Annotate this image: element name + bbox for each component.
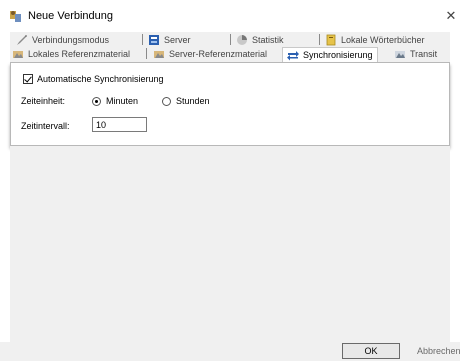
tab-server[interactable]: Server (148, 33, 191, 47)
tab-separator (319, 34, 320, 45)
tab-transit[interactable]: Transit (394, 47, 437, 61)
tab-synchronisierung[interactable]: Synchronisierung (282, 47, 378, 63)
server-icon (149, 35, 159, 45)
time-unit-label: Zeiteinheit: (21, 96, 66, 106)
ok-button[interactable]: OK (342, 343, 400, 359)
tab-separator (230, 34, 231, 45)
pen-icon (17, 35, 27, 45)
radio-unselected-icon[interactable] (162, 96, 171, 106)
tab-lokales-referenzmaterial[interactable]: Lokales Referenzmaterial (12, 47, 130, 61)
app-icon (10, 11, 21, 22)
radio-hours[interactable]: Stunden (162, 96, 210, 106)
window-title: Neue Verbindung (28, 10, 114, 22)
tab-separator (146, 48, 147, 59)
radio-minutes[interactable]: Minuten (92, 96, 138, 106)
auto-sync-label: Automatische Synchronisierung (37, 74, 164, 84)
checkbox-checked-icon[interactable] (23, 74, 33, 84)
dictionary-icon (326, 34, 336, 46)
cancel-button[interactable]: Abbrechen (405, 343, 460, 359)
transit-icon (395, 51, 405, 58)
local-reference-icon (13, 51, 23, 58)
tab-strip: Verbindungsmodus Server Statistik Lokale… (10, 32, 450, 63)
tab-verbindungsmodus[interactable]: Verbindungsmodus (16, 33, 109, 47)
time-interval-label: Zeitintervall: (21, 121, 70, 131)
sync-arrows-icon (287, 51, 299, 61)
tab-lokale-woerterbuecher[interactable]: Lokale Wörterbücher (325, 33, 425, 47)
auto-sync-checkbox[interactable]: Automatische Synchronisierung (23, 74, 164, 84)
tab-statistik[interactable]: Statistik (236, 33, 284, 47)
tab-separator (142, 34, 143, 45)
title-bar: Neue Verbindung ✕ (0, 0, 460, 32)
statistics-icon (237, 35, 247, 45)
sync-panel: Automatische Synchronisierung Zeiteinhei… (10, 62, 450, 146)
close-icon[interactable]: ✕ (444, 8, 458, 24)
content-area (10, 146, 450, 342)
tab-server-referenzmaterial[interactable]: Server-Referenzmaterial (153, 47, 267, 61)
radio-selected-icon[interactable] (92, 96, 101, 106)
server-reference-icon (154, 51, 164, 58)
time-interval-input[interactable] (92, 117, 147, 132)
